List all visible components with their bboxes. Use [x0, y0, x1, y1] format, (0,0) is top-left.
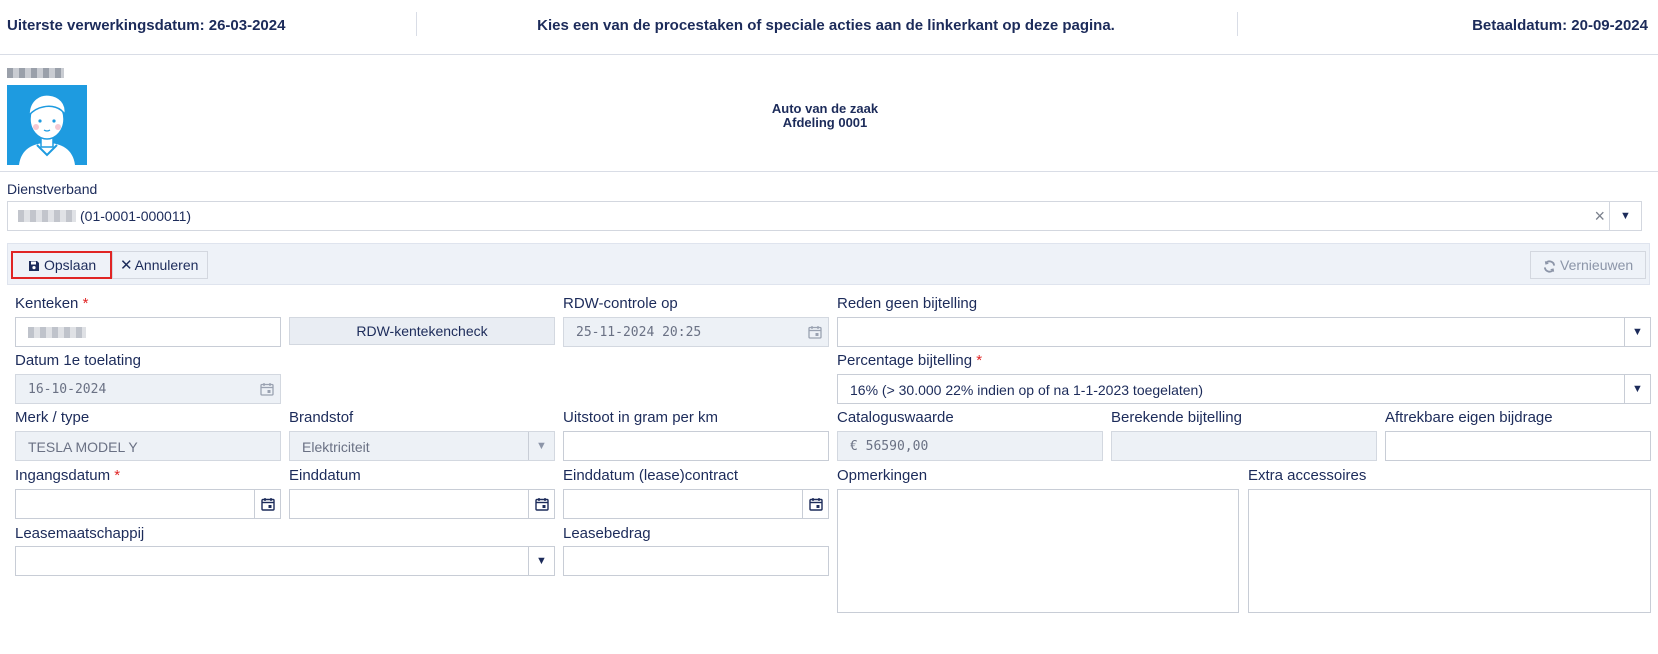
close-icon: ✕	[120, 257, 133, 275]
percentage-bijtelling-label: Percentage bijtelling *	[837, 352, 983, 369]
person-avatar-icon	[19, 94, 75, 165]
chevron-down-icon[interactable]: ▼	[528, 547, 554, 575]
opmerkingen-textarea[interactable]	[837, 489, 1239, 613]
uitstoot-label: Uitstoot in gram per km	[563, 409, 719, 426]
employee-name-redacted	[7, 68, 64, 78]
uitstoot-input[interactable]	[563, 431, 829, 461]
dienstverband-name-redacted	[18, 210, 76, 222]
floppy-disk-icon	[29, 261, 39, 272]
clear-icon[interactable]: ×	[1594, 206, 1605, 227]
eigen-bijdrage-label: Aftrekbare eigen bijdrage	[1385, 409, 1553, 426]
merk-type-value: TESLA MODEL Y	[28, 439, 138, 455]
cancel-label: Annuleren	[134, 257, 199, 273]
calendar-icon[interactable]	[802, 490, 828, 518]
dienstverband-value: (01-0001-000011)	[80, 208, 192, 224]
leasebedrag-label: Leasebedrag	[563, 525, 651, 542]
employee-info: Auto van de zaak Afdeling 0001	[700, 102, 950, 130]
extra-accessoires-textarea[interactable]	[1248, 489, 1651, 613]
brandstof-select: Elektriciteit ▼	[289, 431, 555, 461]
header-divider	[1237, 12, 1238, 36]
brandstof-label: Brandstof	[289, 409, 354, 426]
kenteken-label: Kenteken *	[15, 295, 89, 312]
reden-geen-bijtelling-select[interactable]: ▼	[837, 317, 1651, 347]
rdw-controle-field: 25-11-2024 20:25	[563, 317, 829, 347]
kenteken-redacted	[28, 327, 86, 338]
page-header: Uiterste verwerkingsdatum: 26-03-2024 Ki…	[0, 0, 1658, 55]
einddatum-contract-label: Einddatum (lease)contract	[563, 467, 739, 484]
extra-accessoires-label: Extra accessoires	[1248, 467, 1367, 484]
berekende-bijtelling-label: Berekende bijtelling	[1111, 409, 1242, 426]
save-button[interactable]: Opslaan	[11, 251, 112, 279]
cataloguswaarde-label: Cataloguswaarde	[837, 409, 954, 426]
chevron-down-icon: ▼	[528, 432, 554, 460]
leasebedrag-input[interactable]	[563, 546, 829, 576]
eigen-bijdrage-input[interactable]	[1385, 431, 1651, 461]
brandstof-value: Elektriciteit	[302, 439, 370, 455]
refresh-button[interactable]: Vernieuwen	[1530, 251, 1646, 279]
chevron-down-icon[interactable]: ▼	[1624, 318, 1650, 346]
calendar-icon[interactable]	[254, 490, 280, 518]
chevron-down-icon[interactable]: ▼	[1609, 202, 1641, 230]
datum-toelating-label: Datum 1e toelating	[15, 352, 141, 369]
rdw-controle-value: 25-11-2024 20:25	[576, 325, 702, 340]
merk-type-label: Merk / type	[15, 409, 90, 426]
percentage-bijtelling-select[interactable]: 16% (> 30.000 22% indien op of na 1-1-20…	[837, 374, 1651, 404]
leasemaatschappij-label: Leasemaatschappij	[15, 525, 145, 542]
pay-date: Betaaldatum: 20-09-2024	[1472, 17, 1648, 34]
employee-title: Auto van de zaak	[771, 101, 879, 116]
employee-department: Afdeling 0001	[782, 115, 868, 130]
einddatum-contract-input[interactable]	[563, 489, 829, 519]
datum-toelating-field: 16-10-2024	[15, 374, 281, 404]
cataloguswaarde-value: € 56590,00	[850, 439, 929, 454]
kenteken-input[interactable]	[15, 317, 281, 347]
ingangsdatum-label: Ingangsdatum *	[15, 467, 121, 484]
datum-toelating-value: 16-10-2024	[28, 382, 107, 397]
ingangsdatum-input[interactable]	[15, 489, 281, 519]
refresh-icon	[1543, 260, 1556, 273]
action-toolbar: Opslaan ✕ Annuleren Vernieuwen	[7, 243, 1650, 285]
leasemaatschappij-select[interactable]: ▼	[15, 546, 555, 576]
einddatum-input[interactable]	[289, 489, 555, 519]
dienstverband-select[interactable]: (01-0001-000011) × ▼	[7, 201, 1642, 231]
cancel-button[interactable]: ✕ Annuleren	[112, 251, 208, 279]
calendar-icon	[802, 318, 828, 346]
rdw-check-button[interactable]: RDW-kentekencheck	[289, 317, 555, 345]
refresh-label: Vernieuwen	[1560, 257, 1634, 273]
section-divider	[0, 171, 1658, 172]
dienstverband-label: Dienstverband	[7, 181, 98, 197]
calendar-icon[interactable]	[528, 490, 554, 518]
calendar-icon	[254, 375, 280, 403]
rdw-controle-label: RDW-controle op	[563, 295, 678, 312]
processing-deadline: Uiterste verwerkingsdatum: 26-03-2024	[7, 17, 286, 34]
einddatum-label: Einddatum	[289, 467, 361, 484]
opmerkingen-label: Opmerkingen	[837, 467, 928, 484]
merk-type-field: TESLA MODEL Y	[15, 431, 281, 461]
cataloguswaarde-field: € 56590,00	[837, 431, 1103, 461]
berekende-bijtelling-field	[1111, 431, 1377, 461]
header-instruction: Kies een van de procestaken of speciale …	[537, 17, 1115, 34]
save-label: Opslaan	[44, 257, 97, 273]
avatar	[7, 85, 87, 165]
percentage-bijtelling-value: 16% (> 30.000 22% indien op of na 1-1-20…	[850, 382, 1203, 398]
reden-geen-bijtelling-label: Reden geen bijtelling	[837, 295, 978, 312]
chevron-down-icon[interactable]: ▼	[1624, 375, 1650, 403]
